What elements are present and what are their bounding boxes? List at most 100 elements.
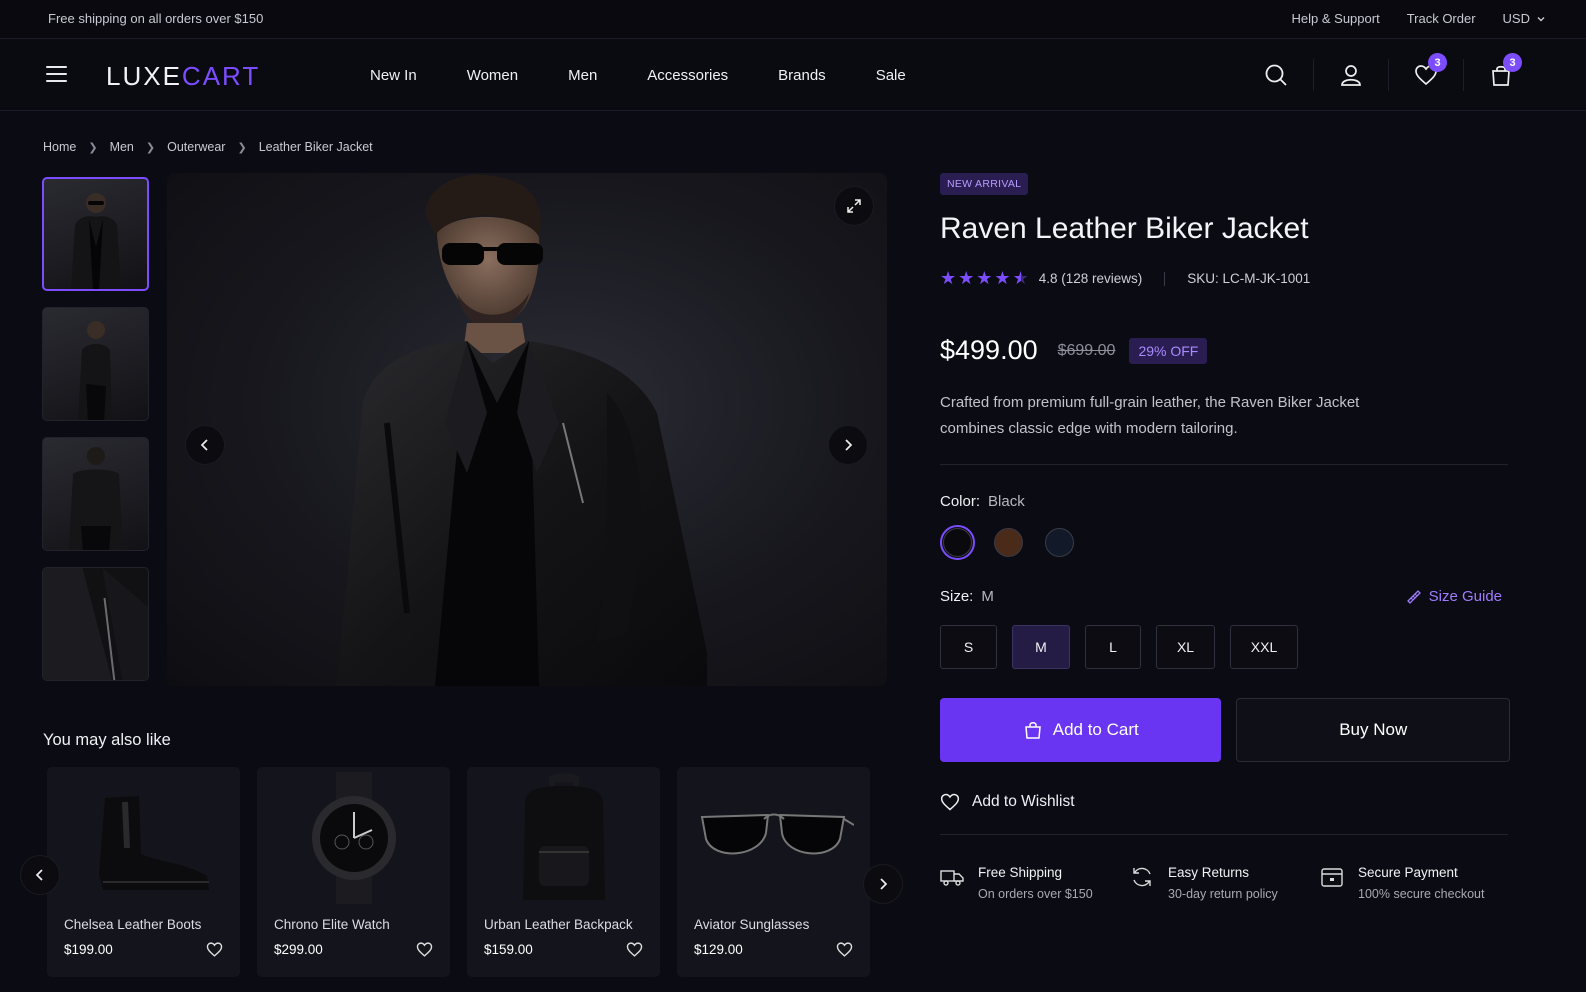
search-button[interactable] — [1238, 59, 1313, 91]
main-menu: New In Women Men Accessories Brands Sale — [370, 67, 956, 84]
logo-text-a: LUXE — [106, 61, 182, 91]
chevron-right-icon — [845, 439, 853, 451]
heart-icon[interactable] — [416, 941, 433, 958]
product-price: $129.00 — [694, 942, 743, 957]
nav-item-new-in[interactable]: New In — [370, 67, 417, 84]
color-label: Color: — [940, 493, 981, 510]
thumbnail-side[interactable] — [42, 307, 149, 421]
feature-title: Easy Returns — [1168, 865, 1250, 880]
next-image-button[interactable] — [828, 425, 868, 465]
rating-stars[interactable]: ★ ★ ★ ★ ★ — [940, 268, 1029, 289]
chevron-left-icon — [200, 439, 208, 451]
nav-item-sale[interactable]: Sale — [876, 67, 906, 84]
nav-item-men[interactable]: Men — [568, 67, 597, 84]
heart-icon — [940, 793, 960, 811]
track-order-link[interactable]: Track Order — [1407, 11, 1476, 26]
new-arrival-badge: NEW ARRIVAL — [940, 173, 1029, 195]
breadcrumb-men[interactable]: Men — [110, 140, 134, 154]
color-swatch-brown[interactable] — [991, 525, 1026, 560]
nav-item-brands[interactable]: Brands — [778, 67, 826, 84]
main-product-image[interactable] — [167, 173, 887, 686]
review-count[interactable]: (128 reviews) — [1061, 271, 1142, 286]
star-icon: ★ — [940, 268, 957, 288]
product-name: Urban Leather Backpack — [484, 917, 633, 932]
currency-selector[interactable]: USD — [1503, 11, 1546, 26]
jacket-model-image — [337, 174, 707, 686]
header-actions: 3 3 — [1238, 53, 1538, 91]
expand-icon — [847, 199, 861, 213]
product-name: Chrono Elite Watch — [274, 917, 390, 932]
product-card[interactable]: Urban Leather Backpack $159.00 — [467, 767, 660, 977]
size-guide-link[interactable]: Size Guide — [1406, 588, 1502, 605]
star-icon: ★ — [958, 268, 975, 288]
thumbnail-front[interactable] — [42, 177, 149, 291]
buy-now-button[interactable]: Buy Now — [1236, 698, 1510, 762]
feature-list: Free Shipping On orders over $150 Easy Re… — [940, 865, 1510, 901]
cart-button[interactable]: 3 — [1463, 53, 1538, 91]
truck-icon — [940, 870, 964, 886]
watch-icon — [311, 772, 396, 904]
utility-links: Help & Support Track Order USD — [1292, 11, 1546, 26]
chevron-right-icon: ❯ — [237, 141, 247, 154]
product-price: $159.00 — [484, 942, 533, 957]
feature-subtitle: On orders over $150 — [978, 887, 1093, 901]
nav-item-women[interactable]: Women — [467, 67, 518, 84]
size-option-m[interactable]: M — [1012, 625, 1070, 669]
logo-text-b: CART — [181, 61, 261, 91]
announcement-bar: Free shipping on all orders over $150 He… — [0, 0, 1586, 39]
size-option-xl[interactable]: XL — [1156, 625, 1215, 669]
heart-icon[interactable] — [836, 941, 853, 958]
selected-size: M — [981, 588, 994, 605]
color-swatches — [940, 525, 1510, 560]
color-swatch-navy[interactable] — [1042, 525, 1077, 560]
ruler-icon — [1406, 590, 1421, 604]
logo[interactable]: LUXECART — [106, 61, 260, 92]
heart-icon[interactable] — [206, 941, 223, 958]
heart-icon[interactable] — [626, 941, 643, 958]
product-card[interactable]: Chelsea Leather Boots $199.00 — [47, 767, 240, 977]
related-prev-button[interactable] — [20, 855, 60, 895]
selected-color: Black — [988, 493, 1025, 510]
main-header: LUXECART New In Women Men Accessories Br… — [0, 39, 1586, 111]
size-option-s[interactable]: S — [940, 625, 997, 669]
product-card[interactable]: Aviator Sunglasses $129.00 — [677, 767, 870, 977]
feature-title: Free Shipping — [978, 865, 1063, 880]
search-icon — [1265, 64, 1287, 86]
add-to-cart-button[interactable]: Add to Cart — [940, 698, 1222, 762]
breadcrumb-home[interactable]: Home — [43, 140, 76, 154]
nav-item-accessories[interactable]: Accessories — [647, 67, 728, 84]
color-label-row: Color: Black — [940, 493, 1510, 510]
size-option-xxl[interactable]: XXL — [1230, 625, 1298, 669]
divider — [940, 834, 1508, 835]
color-swatch-black[interactable] — [940, 525, 975, 560]
product-info: NEW ARRIVAL Raven Leather Biker Jacket ★… — [940, 173, 1510, 901]
star-icon: ★ — [994, 268, 1011, 288]
user-icon — [1341, 65, 1361, 86]
related-heading: You may also like — [43, 731, 171, 749]
backpack-icon — [522, 773, 605, 900]
feature-subtitle: 30-day return policy — [1168, 887, 1278, 901]
prev-image-button[interactable] — [185, 425, 225, 465]
expand-button[interactable] — [834, 186, 874, 226]
thumbnail-detail[interactable] — [42, 567, 149, 681]
add-to-wishlist-button[interactable]: Add to Wishlist — [940, 792, 1510, 812]
add-to-wishlist-label: Add to Wishlist — [972, 793, 1075, 810]
account-button[interactable] — [1313, 59, 1388, 91]
currency-value: USD — [1502, 11, 1530, 26]
help-link[interactable]: Help & Support — [1292, 11, 1380, 26]
rating-row: ★ ★ ★ ★ ★ 4.8 (128 reviews) SKU: LC-M-JK… — [940, 268, 1510, 289]
size-label: Size: — [940, 588, 974, 605]
wishlist-count-badge: 3 — [1428, 53, 1447, 72]
wishlist-button[interactable]: 3 — [1388, 53, 1463, 91]
shopping-bag-icon — [1024, 722, 1041, 739]
sku: SKU: LC-M-JK-1001 — [1187, 271, 1311, 286]
half-star-icon: ★ — [1012, 268, 1029, 288]
related-next-button[interactable] — [863, 864, 903, 904]
breadcrumb-outerwear[interactable]: Outerwear — [167, 140, 225, 154]
product-price: $299.00 — [274, 942, 323, 957]
menu-icon[interactable] — [46, 66, 67, 83]
size-option-l[interactable]: L — [1085, 625, 1141, 669]
refresh-icon — [1133, 867, 1151, 887]
thumbnail-back[interactable] — [42, 437, 149, 551]
product-card[interactable]: Chrono Elite Watch $299.00 — [257, 767, 450, 977]
